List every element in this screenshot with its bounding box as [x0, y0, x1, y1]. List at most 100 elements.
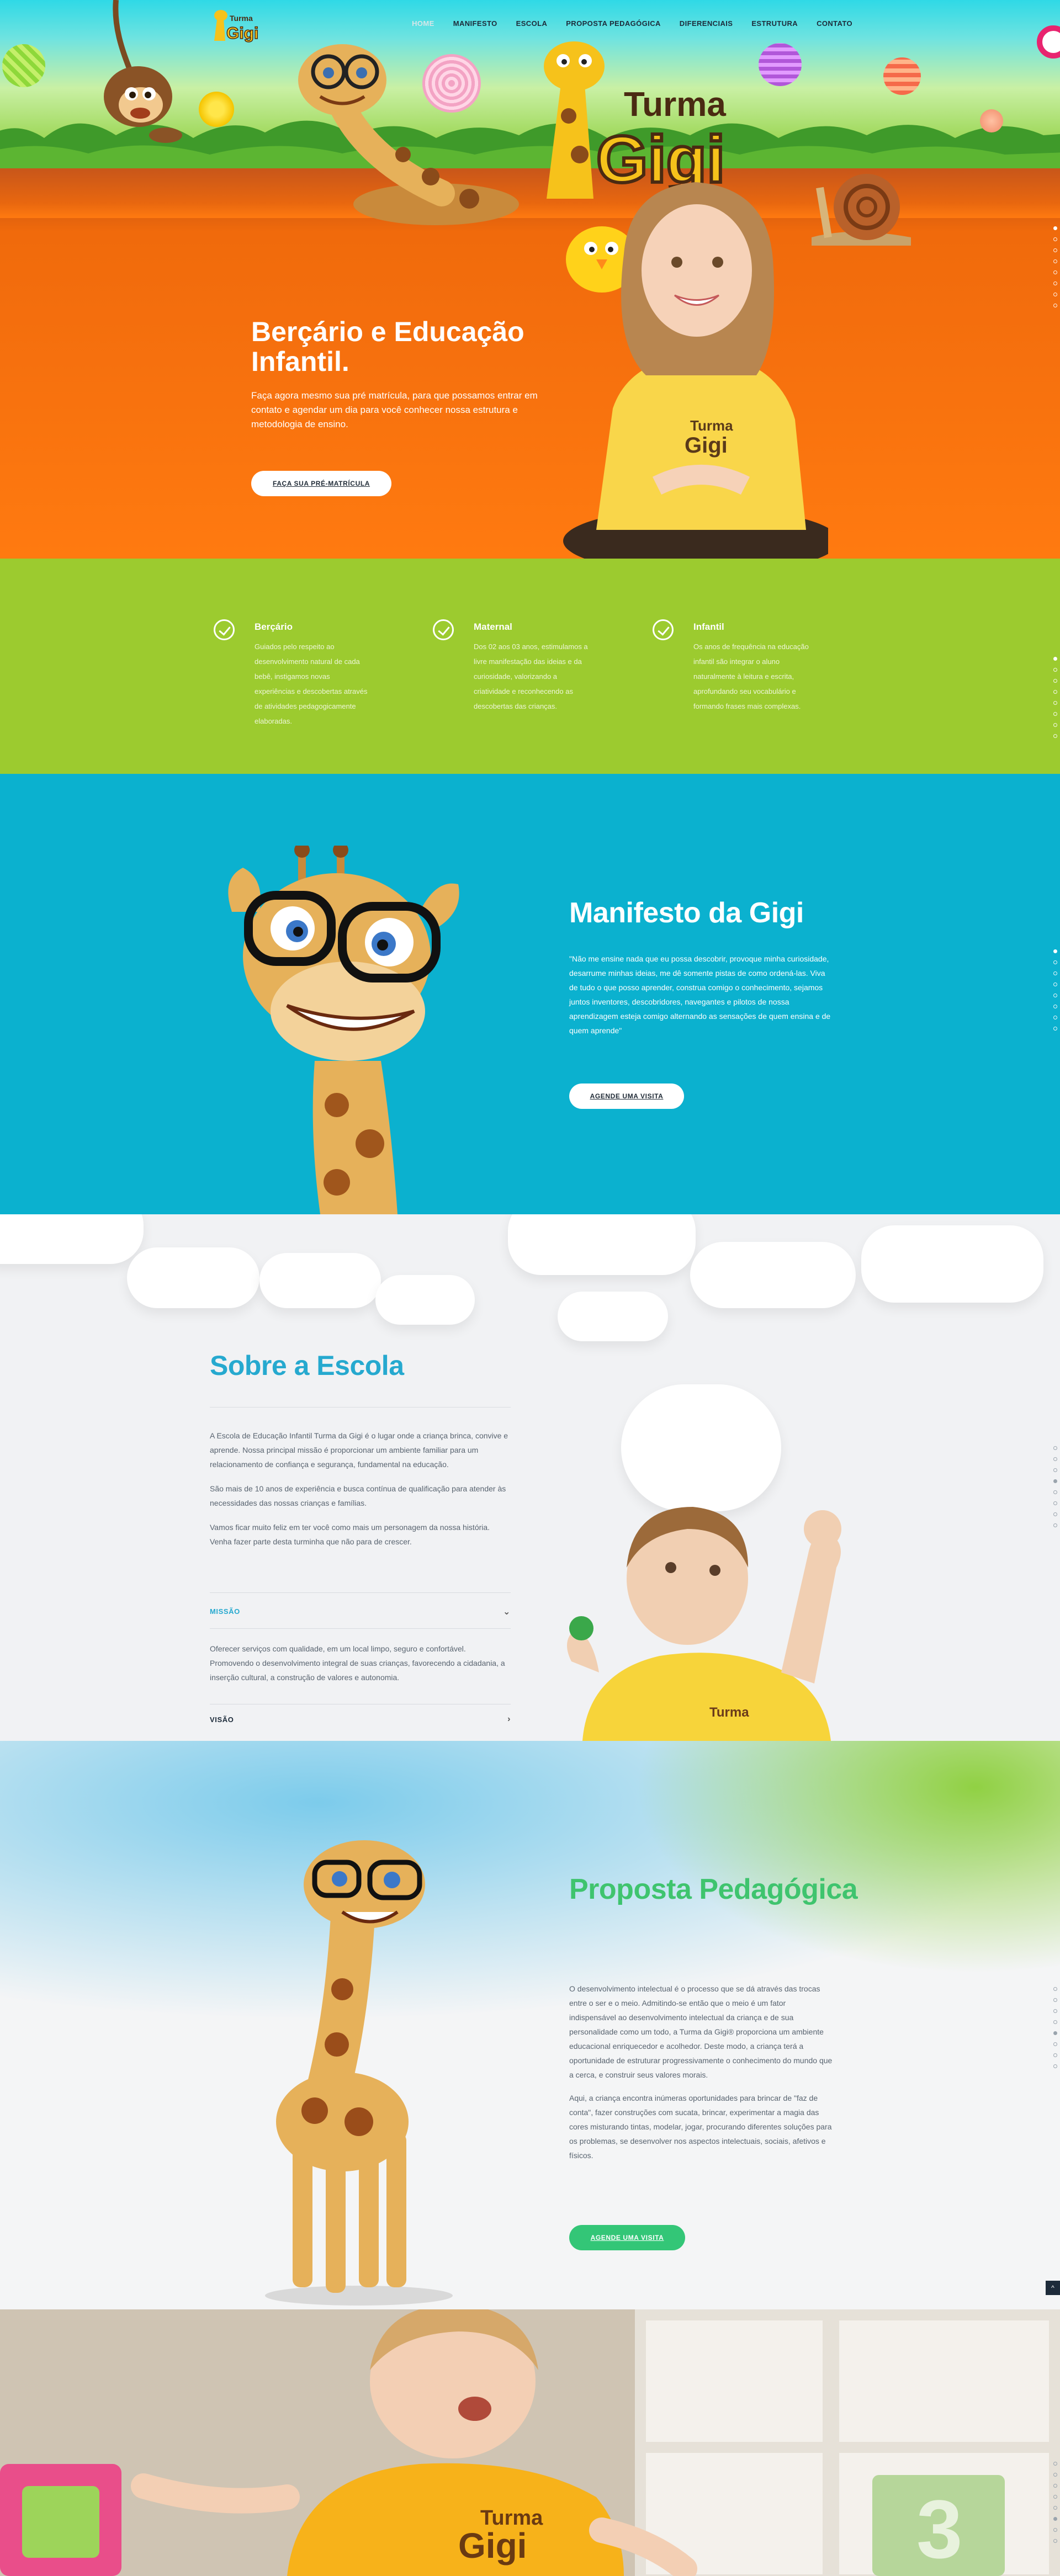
section-dot[interactable] — [1053, 657, 1057, 661]
section-dot[interactable] — [1053, 668, 1057, 672]
decorative-cloud — [558, 1292, 668, 1341]
accordion-missao[interactable]: MISSÃO ⌄ — [210, 1607, 511, 1617]
main-menu: HOME MANIFESTO ESCOLA PROPOSTA PEDAGÓGIC… — [393, 19, 852, 28]
menu-item-estrutura[interactable]: ESTRUTURA — [751, 19, 798, 28]
section-dot[interactable] — [1053, 270, 1057, 274]
section-dot[interactable] — [1053, 994, 1057, 997]
section-dot[interactable] — [1053, 1005, 1057, 1008]
decorative-ball — [199, 92, 234, 127]
section-dot[interactable] — [1053, 734, 1057, 738]
proposta-text: O desenvolvimento intelectual é o proces… — [569, 1982, 833, 2171]
decorative-cloud — [375, 1275, 475, 1325]
menu-item-escola[interactable]: ESCOLA — [516, 19, 548, 28]
section-dot[interactable] — [1053, 281, 1057, 285]
section-dot[interactable] — [1053, 2064, 1057, 2068]
check-circle-icon — [214, 619, 235, 640]
decorative-cloud — [508, 1214, 696, 1275]
giraffe-glasses-illustration — [228, 846, 459, 1214]
section-dot[interactable] — [1053, 701, 1057, 705]
toddler-photo-illustration: 3 Turma Gigi — [0, 2309, 1060, 2576]
section-dot[interactable] — [1053, 723, 1057, 727]
menu-item-manifesto[interactable]: MANIFESTO — [453, 19, 497, 28]
section-dot[interactable] — [1053, 1501, 1057, 1505]
menu-item-proposta-pedagogica[interactable]: PROPOSTA PEDAGÓGICA — [566, 19, 661, 28]
section-dot[interactable] — [1053, 259, 1057, 263]
agende-visita-button[interactable]: AGENDE UMA VISITA — [569, 2225, 685, 2250]
feature-text: Os anos de frequência na educação infant… — [693, 642, 809, 710]
accordion-label: MISSÃO — [210, 1607, 240, 1616]
feature-text: Guiados pelo respeito ao desenvolvimento… — [255, 642, 368, 725]
section-dot[interactable] — [1053, 2484, 1057, 2488]
decorative-ball — [2, 44, 45, 87]
section-dot[interactable] — [1053, 971, 1057, 975]
section-dot[interactable] — [1053, 1027, 1057, 1031]
manifesto-text: "Não me ensine nada que eu possa descobr… — [569, 954, 831, 1035]
features-section: Berçário Guiados pelo respeito ao desenv… — [0, 559, 1060, 774]
section-dot[interactable] — [1053, 2517, 1057, 2521]
hero-logo-turma-text: Turma — [624, 86, 726, 124]
proposta-section: Proposta Pedagógica O desenvolvimento in… — [0, 1741, 1060, 2309]
section-dot[interactable] — [1053, 1016, 1057, 1019]
decorative-cloud — [127, 1247, 259, 1308]
section-dot[interactable] — [1053, 1512, 1057, 1516]
section-dot[interactable] — [1053, 248, 1057, 252]
agende-visita-button[interactable]: AGENDE UMA VISITA — [569, 1083, 684, 1109]
section-dot[interactable] — [1053, 2528, 1057, 2532]
section-nav-dots — [1052, 1446, 1058, 1534]
toddler-playing-photo: 3 Turma Gigi — [0, 2309, 1060, 2576]
section-dot[interactable] — [1053, 982, 1057, 986]
divider — [210, 1592, 511, 1593]
section-dot[interactable] — [1053, 2539, 1057, 2543]
section-dot[interactable] — [1053, 2042, 1057, 2046]
toy-block-number: 3 — [916, 2483, 962, 2575]
decorative-ball — [883, 57, 921, 95]
sobre-paragraph: São mais de 10 anos de experiência e bus… — [210, 1484, 506, 1507]
section-dot[interactable] — [1053, 1468, 1057, 1472]
proposta-title-text: Proposta Pedagógica — [569, 1873, 858, 1905]
section-dot[interactable] — [1053, 690, 1057, 694]
section-dot[interactable] — [1053, 237, 1057, 241]
section-dot[interactable] — [1053, 2020, 1057, 2024]
section-dot[interactable] — [1053, 2053, 1057, 2057]
section-dot[interactable] — [1053, 2495, 1057, 2499]
section-dot[interactable] — [1053, 293, 1057, 296]
section-dot[interactable] — [1053, 1523, 1057, 1527]
decorative-cloud — [861, 1225, 1043, 1303]
section-dot[interactable] — [1053, 226, 1057, 230]
accordion-visao[interactable]: VISÃO › — [210, 1714, 511, 1724]
arrow-up-icon[interactable]: ^ — [1046, 2281, 1060, 2295]
section-dot[interactable] — [1053, 2031, 1057, 2035]
menu-item-diferenciais[interactable]: DIFERENCIAIS — [680, 19, 733, 28]
hero-title: Berçário e Educação Infantil. — [251, 316, 524, 377]
shirt-logo-text: Turma — [690, 417, 733, 434]
turma-gigi-logo[interactable]: Turma Gigi — [210, 6, 275, 44]
section-dot[interactable] — [1053, 949, 1057, 953]
sobre-section: Sobre a Escola A Escola de Educação Infa… — [0, 1214, 1060, 1741]
logo-turma-text: Turma — [230, 14, 253, 23]
pre-matricula-button[interactable]: FAÇA SUA PRÉ-MATRÍCULA — [251, 471, 391, 496]
watercolor-background — [0, 1741, 1060, 2050]
logo-gigi-text: Gigi — [226, 24, 258, 43]
shirt-logo-text: Gigi — [458, 2526, 527, 2566]
section-dot[interactable] — [1053, 960, 1057, 964]
chevron-down-icon: ⌄ — [502, 1607, 511, 1617]
section-dot[interactable] — [1053, 1446, 1057, 1450]
section-dot[interactable] — [1053, 1457, 1057, 1461]
section-dot[interactable] — [1053, 712, 1057, 716]
section-dot[interactable] — [1053, 304, 1057, 307]
section-dot[interactable] — [1053, 679, 1057, 683]
giraffe-standing-illustration — [265, 1840, 453, 2306]
section-dot[interactable] — [1053, 1998, 1057, 2002]
menu-item-contato[interactable]: CONTATO — [817, 19, 852, 28]
section-dot[interactable] — [1053, 2473, 1057, 2477]
hero-section: Turma Gigi Turma Gigi Turma Gigi HOME MA… — [0, 0, 1060, 559]
section-dot[interactable] — [1053, 2009, 1057, 2013]
feature-title: Berçário — [255, 622, 293, 632]
section-dot[interactable] — [1053, 2462, 1057, 2466]
proposta-title: Proposta Pedagógica — [569, 1872, 858, 1906]
section-dot[interactable] — [1053, 2506, 1057, 2510]
section-dot[interactable] — [1053, 1490, 1057, 1494]
menu-item-home[interactable]: HOME — [412, 19, 434, 28]
section-dot[interactable] — [1053, 1479, 1057, 1483]
section-dot[interactable] — [1053, 1987, 1057, 1991]
